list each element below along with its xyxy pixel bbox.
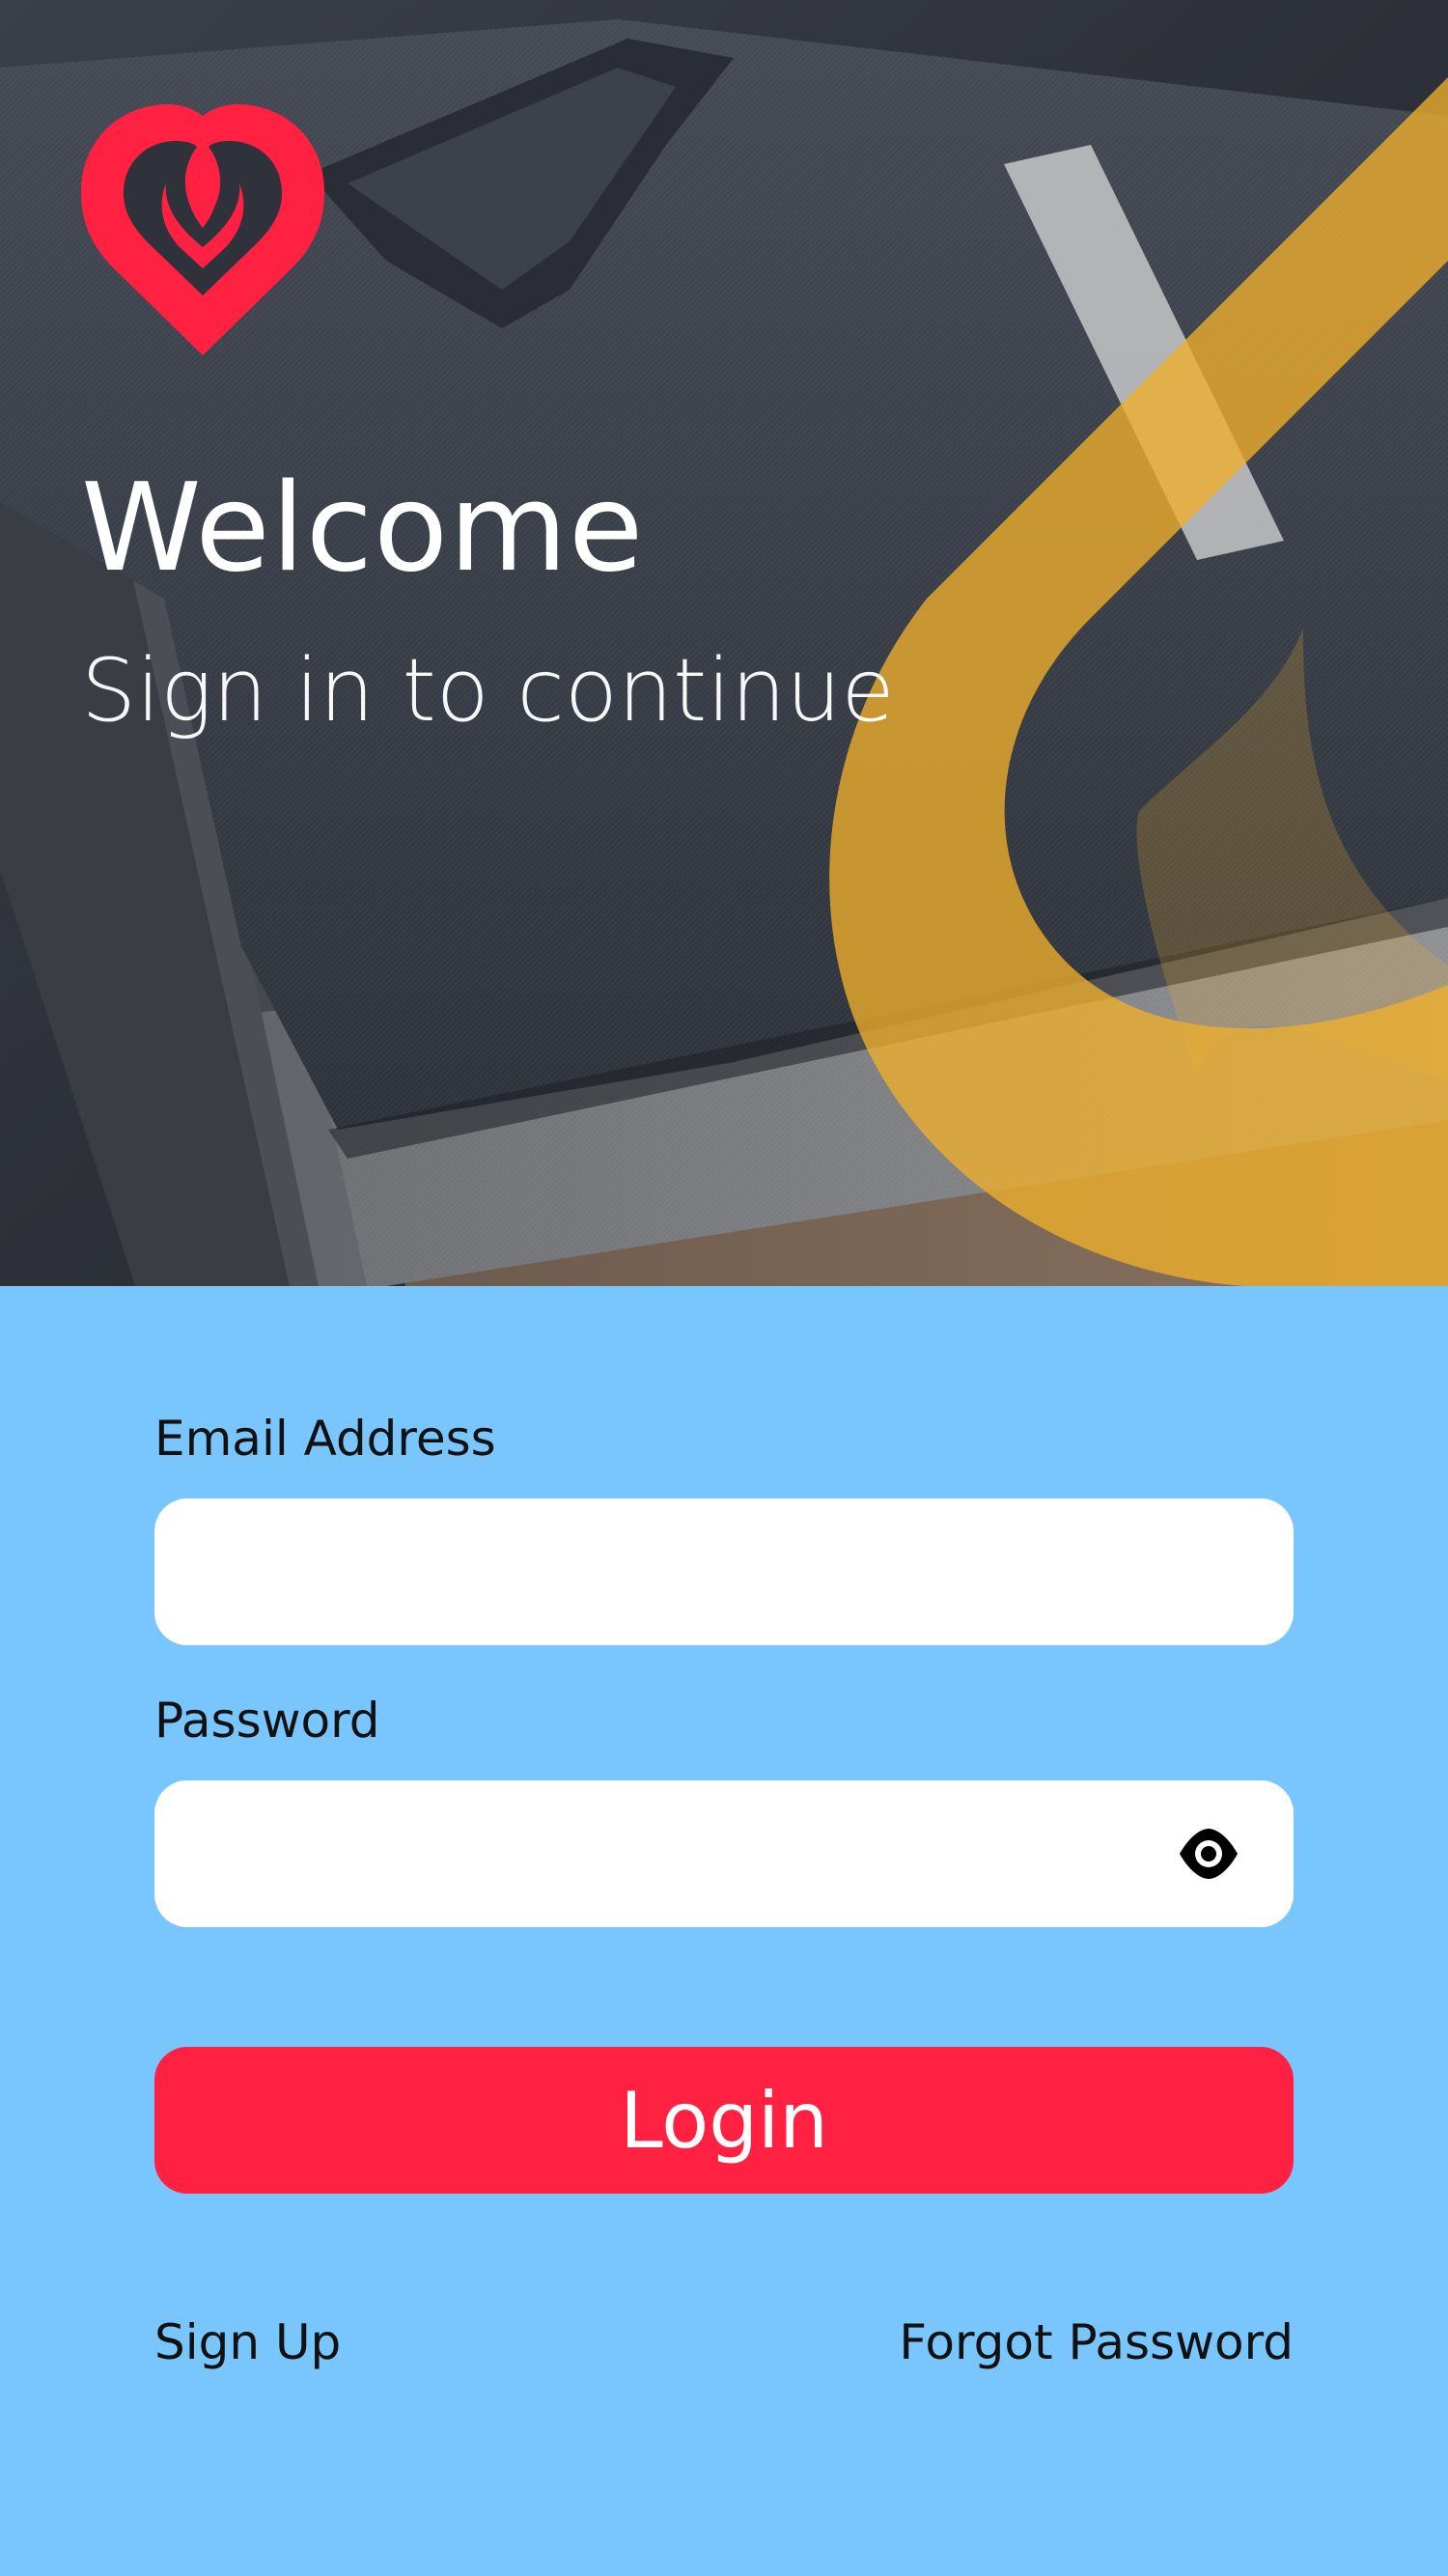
forgot-password-link[interactable]: Forgot Password	[899, 2313, 1294, 2371]
sign-up-link[interactable]: Sign Up	[154, 2313, 341, 2371]
welcome-title: Welcome	[81, 457, 645, 599]
password-label: Password	[154, 1693, 380, 1749]
password-field-container[interactable]	[154, 1780, 1294, 1929]
email-label: Email Address	[154, 1411, 496, 1467]
heart-flame-logo	[81, 104, 324, 355]
welcome-subtitle: Sign in to continue	[81, 640, 895, 742]
login-screen: Welcome Sign in to continue Email Addres…	[0, 0, 1448, 2576]
password-input[interactable]	[189, 1780, 1158, 1929]
login-button[interactable]: Login	[154, 2047, 1294, 2194]
email-input[interactable]	[189, 1498, 1255, 1647]
eye-icon[interactable]	[1178, 1825, 1239, 1883]
email-field-container[interactable]	[154, 1498, 1294, 1647]
hero-section: Welcome Sign in to continue	[0, 0, 1448, 1286]
